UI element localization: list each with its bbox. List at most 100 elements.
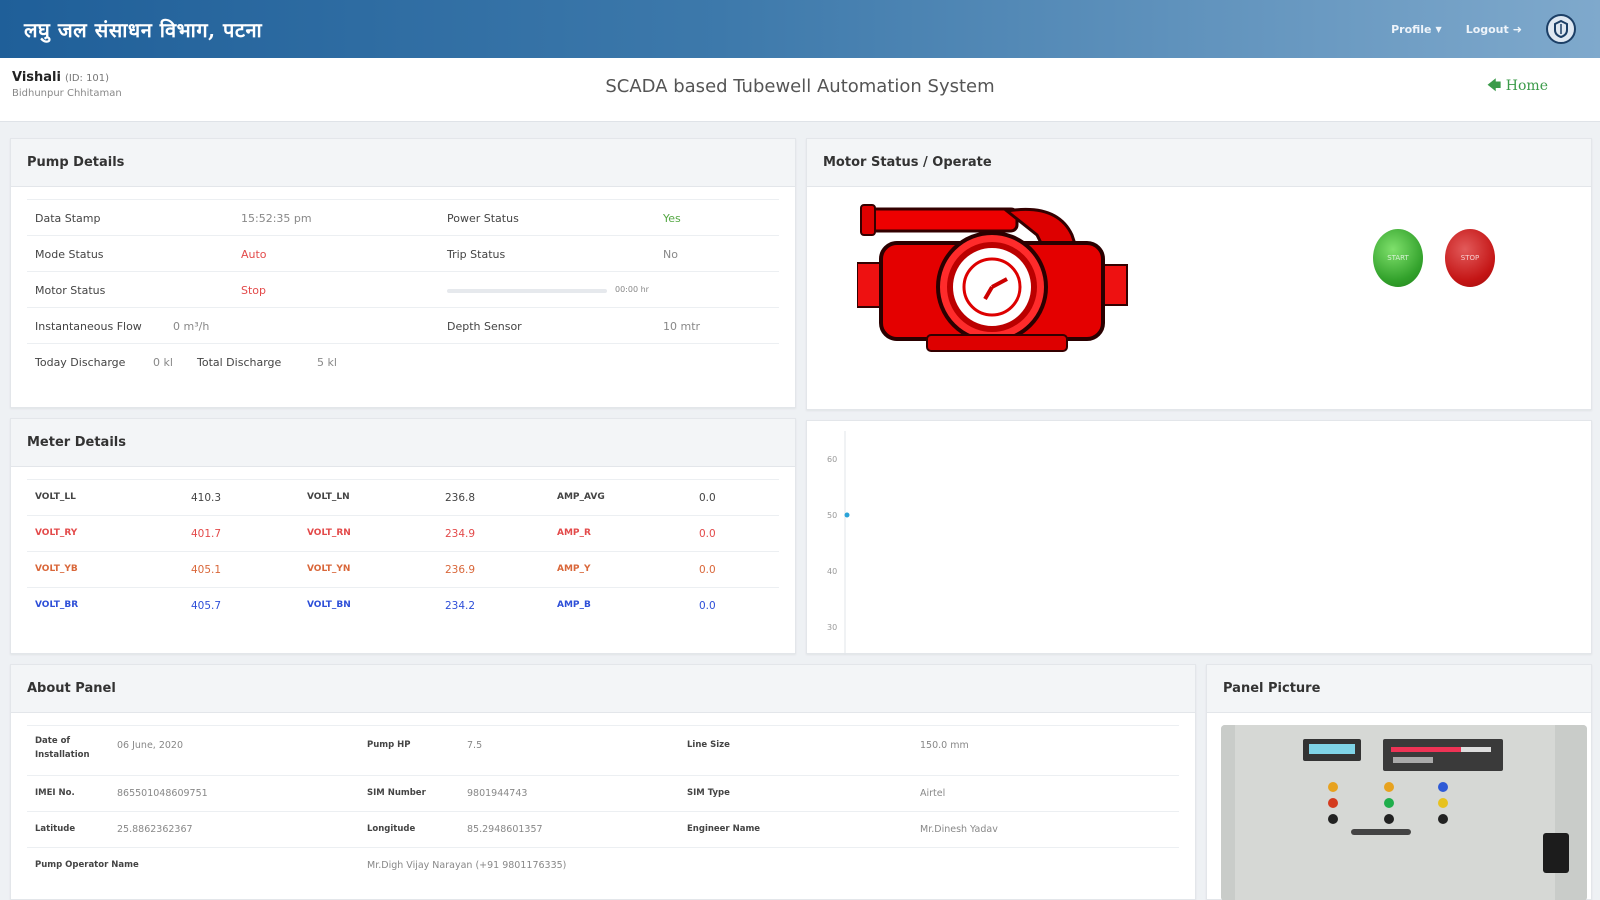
longitude-value: 85.2948601357 [467, 824, 543, 835]
meter-value: 405.1 [191, 564, 222, 576]
meter-value: 405.7 [191, 600, 222, 612]
flow-label: Instantaneous Flow [35, 320, 142, 333]
pump-row: Mode Status Auto Trip Status No [27, 235, 779, 271]
operator-name-value: Mr.Digh Vijay Narayan (+91 9801176335) [367, 860, 567, 871]
chart-data-point[interactable] [844, 512, 850, 518]
motor-status-label: Motor Status [35, 284, 106, 297]
total-discharge-value: 5 kl [317, 356, 337, 369]
today-discharge-value: 0 kl [153, 356, 173, 369]
pump-details-panel: Pump Details Data Stamp 15:52:35 pm Powe… [10, 138, 796, 408]
depth-chart-panel: 60 50 40 30 [806, 420, 1592, 655]
panel-picture-title: Panel Picture [1207, 665, 1591, 713]
pump-row: Today Discharge 0 kl Total Discharge 5 k… [27, 343, 779, 379]
meter-name: VOLT_YN [307, 564, 351, 574]
meter-value: 234.2 [445, 600, 476, 612]
caret-down-icon: ▼ [1435, 24, 1442, 34]
runtime-progress-bar [447, 289, 607, 293]
meter-row: VOLT_BR 405.7 VOLT_BN 234.2 AMP_B 0.0 [27, 587, 779, 623]
chart-y-tick-label: 30 [827, 623, 837, 632]
imei-value: 865501048609751 [117, 788, 208, 799]
engineer-name-value: Mr.Dinesh Yadav [920, 824, 998, 835]
meter-value: 401.7 [191, 528, 222, 540]
depth-chart: 60 50 40 30 [827, 431, 850, 655]
home-icon: 🡄 [1486, 78, 1502, 94]
meter-name: VOLT_BR [35, 600, 79, 610]
flow-value: 0 m³/h [173, 320, 210, 333]
motor-status-panel: Motor Status / Operate START STOP [806, 138, 1592, 410]
meter-row: VOLT_RY 401.7 VOLT_RN 234.9 AMP_R 0.0 [27, 515, 779, 551]
meter-value: 410.3 [191, 492, 222, 504]
emblem-icon [1554, 19, 1568, 39]
sim-number-label: SIM Number [367, 788, 426, 798]
data-stamp-label: Data Stamp [35, 212, 101, 225]
latitude-value: 25.8862362367 [117, 824, 193, 835]
meter-row: VOLT_YB 405.1 VOLT_YN 236.9 AMP_Y 0.0 [27, 551, 779, 587]
top-navbar: लघु जल संसाधन विभाग, पटना Profile ▼ Logo… [0, 0, 1600, 58]
pump-hp-value: 7.5 [467, 740, 483, 751]
meter-value: 236.9 [445, 564, 476, 576]
pump-hp-label: Pump HP [367, 740, 411, 750]
navbar-right: Profile ▼ Logout ➜ [1391, 14, 1576, 44]
sub-header: Vishali (ID: 101) Bidhunpur Chhitaman SCA… [0, 58, 1600, 122]
meter-name: VOLT_LN [307, 492, 350, 502]
chart-y-tick-label: 40 [827, 567, 837, 576]
install-date-label: Date of Installation [35, 736, 90, 760]
about-row: Pump Operator Name Mr.Digh Vijay Narayan… [27, 847, 1179, 883]
about-row: IMEI No. 865501048609751 SIM Number 9801… [27, 775, 1179, 811]
about-panel: About Panel Date of Installation 06 June… [10, 664, 1196, 900]
latitude-label: Latitude [35, 824, 76, 834]
imei-label: IMEI No. [35, 788, 75, 798]
meter-name: VOLT_LL [35, 492, 76, 502]
pump-motor-icon [857, 204, 1128, 352]
meter-value: 0.0 [699, 528, 716, 540]
depth-sensor-value: 10 mtr [663, 320, 701, 333]
meter-name: AMP_R [557, 528, 591, 538]
meter-name: AMP_AVG [557, 492, 605, 502]
line-size-label: Line Size [687, 740, 730, 750]
meter-value: 0.0 [699, 564, 716, 576]
mode-status-value: Auto [241, 248, 267, 261]
logout-label: Logout [1465, 22, 1509, 36]
system-title: SCADA based Tubewell Automation System [605, 76, 995, 97]
meter-details-title: Meter Details [11, 419, 795, 467]
engineer-name-label: Engineer Name [687, 824, 761, 834]
runtime-progress-text: 00:00 hr [615, 285, 649, 294]
power-status-value: Yes [663, 212, 681, 225]
logout-link[interactable]: Logout ➜ [1466, 23, 1522, 36]
about-panel-title: About Panel [11, 665, 1195, 713]
sim-type-value: Airtel [920, 788, 946, 799]
install-date-value: 06 June, 2020 [117, 740, 184, 751]
start-motor-button[interactable]: START [1373, 229, 1423, 287]
panel-photo [1221, 725, 1587, 900]
meter-details-panel: Meter Details VOLT_LL 410.3 VOLT_LN 236.… [10, 418, 796, 654]
home-link[interactable]: 🡄 Home [1487, 75, 1548, 99]
logout-icon: ➜ [1512, 22, 1522, 36]
chart-y-tick-label: 50 [827, 511, 837, 520]
longitude-label: Longitude [367, 824, 416, 834]
panel-picture-panel: Panel Picture [1206, 664, 1592, 900]
trip-status-label: Trip Status [447, 248, 506, 261]
pump-details-title: Pump Details [11, 139, 795, 187]
power-status-label: Power Status [447, 212, 519, 225]
operator-name-label: Pump Operator Name [35, 860, 139, 870]
sim-type-label: SIM Type [687, 788, 730, 798]
meter-value: 0.0 [699, 600, 716, 612]
pump-row: Instantaneous Flow 0 m³/h Depth Sensor 1… [27, 307, 779, 343]
today-discharge-label: Today Discharge [35, 356, 126, 369]
department-logo [1546, 14, 1576, 44]
meter-value: 236.8 [445, 492, 476, 504]
brand-title[interactable]: लघु जल संसाधन विभाग, पटना [24, 16, 262, 43]
pump-row: Data Stamp 15:52:35 pm Power Status Yes [27, 199, 779, 235]
stop-motor-button[interactable]: STOP [1445, 229, 1495, 287]
meter-row: VOLT_LL 410.3 VOLT_LN 236.8 AMP_AVG 0.0 [27, 479, 779, 515]
data-stamp-value: 15:52:35 pm [241, 212, 312, 225]
meter-value: 234.9 [445, 528, 476, 540]
mode-status-label: Mode Status [35, 248, 104, 261]
trip-status-value: No [663, 248, 678, 261]
profile-dropdown[interactable]: Profile ▼ [1391, 23, 1442, 36]
meter-name: VOLT_BN [307, 600, 351, 610]
depth-sensor-label: Depth Sensor [447, 320, 522, 333]
meter-name: VOLT_RY [35, 528, 78, 538]
about-row: Date of Installation 06 June, 2020 Pump … [27, 725, 1179, 775]
meter-name: AMP_Y [557, 564, 591, 574]
